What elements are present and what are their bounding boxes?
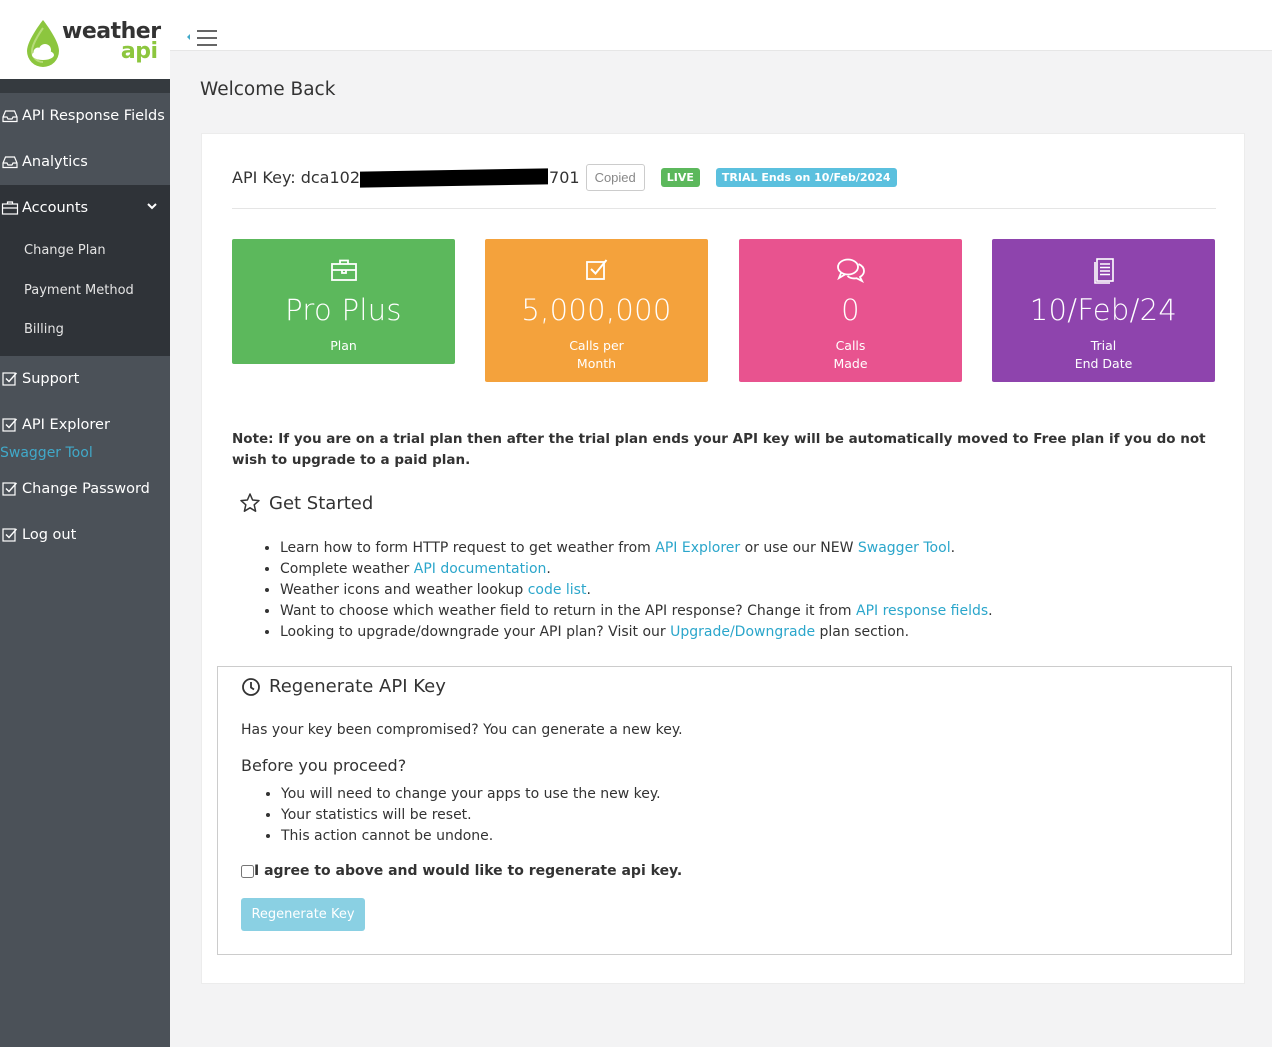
inbox-icon — [2, 110, 18, 123]
sidebar-subitem-billing[interactable]: Billing — [0, 310, 170, 350]
regenerate-before-heading: Before you proceed? — [241, 756, 407, 775]
sidebar-item-analytics[interactable]: Analytics — [0, 139, 170, 185]
checkbox-icon — [2, 481, 18, 496]
divider — [232, 208, 1216, 209]
checkbox-icon — [2, 417, 18, 432]
accounts-submenu: Change Plan Payment Method Billing — [0, 231, 170, 356]
regenerate-heading: Regenerate API Key — [241, 676, 446, 697]
regenerate-key-button[interactable]: Regenerate Key — [241, 898, 365, 931]
sidebar-item-api-response-fields[interactable]: API Response Fields — [0, 93, 170, 139]
api-key-suffix: 701 — [549, 168, 580, 187]
weather-drop-icon — [27, 20, 59, 67]
link-api-documentation[interactable]: API documentation — [414, 561, 547, 577]
api-key-row: API Key: dca102 701 Copied LIVE TRIAL En… — [232, 164, 897, 191]
page-title: Welcome Back — [200, 79, 336, 100]
trial-badge: TRIAL Ends on 10/Feb/2024 — [715, 168, 897, 187]
regenerate-warnings: You will need to change your apps to use… — [281, 784, 661, 847]
list-item: Want to choose which weather field to re… — [280, 601, 993, 622]
briefcase-icon — [330, 259, 357, 281]
list-item: Looking to upgrade/downgrade your API pl… — [280, 622, 993, 643]
document-icon — [1093, 258, 1114, 284]
sidebar-item-label: Change Password — [22, 480, 150, 497]
list-item: This action cannot be undone. — [281, 826, 661, 847]
topbar — [170, 0, 1272, 51]
tile-label: Trial — [1090, 338, 1117, 353]
tile-calls-per-month: 5,000,000 Calls per Month — [485, 239, 708, 382]
sidebar-header-strip — [0, 79, 170, 93]
api-key-redaction — [360, 167, 549, 188]
sidebar-item-log-out[interactable]: Log out — [0, 512, 170, 558]
list-item: You will need to change your apps to use… — [281, 784, 661, 805]
tile-trial-end-date: 10/Feb/24 Trial End Date — [992, 239, 1215, 382]
get-started-list: Learn how to form HTTP request to get we… — [280, 538, 993, 643]
sidebar-link-swagger-tool[interactable]: Swagger Tool — [0, 442, 170, 464]
tile-calls-made: 0 Calls Made — [739, 239, 962, 382]
tile-label: Calls per — [569, 338, 624, 353]
tile-label: Plan — [330, 338, 357, 353]
checkbox-icon — [2, 371, 18, 386]
get-started-title: Get Started — [269, 492, 374, 514]
regenerate-title: Regenerate API Key — [269, 676, 446, 697]
chevron-down-icon — [147, 203, 157, 210]
tile-value: 10/Feb/24 — [1029, 293, 1178, 327]
star-icon — [240, 493, 260, 512]
agree-text: I agree to above and would like to regen… — [254, 863, 683, 879]
tile-value: Pro Plus — [285, 293, 402, 327]
clock-icon — [242, 677, 260, 696]
checkbox-icon — [585, 259, 607, 280]
logo[interactable]: weather api — [0, 0, 170, 79]
link-api-response-fields[interactable]: API response fields — [856, 603, 988, 619]
sidebar-item-label: Support — [22, 370, 80, 387]
tile-value: 5,000,000 — [521, 293, 672, 327]
regenerate-question: Has your key been compromised? You can g… — [241, 722, 683, 738]
list-item: Learn how to form HTTP request to get we… — [280, 538, 993, 559]
sidebar-item-label: API Explorer — [22, 416, 110, 433]
tile-value: 0 — [841, 293, 860, 327]
sidebar-subitem-payment-method[interactable]: Payment Method — [0, 271, 170, 311]
tile-label: Calls — [835, 338, 866, 353]
tile-plan: Pro Plus Plan — [232, 239, 455, 364]
tile-label: Made — [833, 356, 868, 371]
sidebar-item-accounts[interactable]: Accounts — [0, 185, 170, 231]
inbox-icon — [2, 156, 18, 169]
sidebar-subitem-change-plan[interactable]: Change Plan — [0, 231, 170, 271]
sidebar-item-label: Swagger Tool — [0, 444, 93, 461]
sidebar-item-support[interactable]: Support — [0, 356, 170, 402]
link-code-list[interactable]: code list — [528, 582, 587, 598]
tile-label: Month — [576, 356, 617, 371]
copy-button[interactable]: Copied — [585, 164, 645, 191]
api-key-label: API Key: dca102 — [232, 168, 361, 187]
sidebar-item-label: Log out — [22, 526, 77, 543]
list-item: Your statistics will be reset. — [281, 805, 661, 826]
regenerate-key-panel: Regenerate API Key Has your key been com… — [217, 666, 1232, 955]
get-started-heading: Get Started — [239, 492, 373, 514]
agree-label[interactable]: I agree to above and would like to regen… — [241, 863, 682, 879]
tile-label: End Date — [1074, 356, 1133, 371]
link-api-explorer[interactable]: API Explorer — [655, 540, 740, 556]
menu-toggle-icon[interactable] — [186, 28, 218, 48]
sidebar-item-label: Analytics — [22, 154, 88, 170]
sidebar-item-label: API Response Fields — [22, 108, 165, 124]
agree-checkbox[interactable] — [241, 864, 254, 878]
briefcase-icon — [1, 201, 19, 215]
list-item: Weather icons and weather lookup code li… — [280, 580, 993, 601]
checkbox-icon — [2, 527, 18, 542]
live-badge: LIVE — [660, 168, 700, 187]
dashboard-card: API Key: dca102 701 Copied LIVE TRIAL En… — [201, 133, 1245, 984]
link-upgrade-downgrade[interactable]: Upgrade/Downgrade — [670, 624, 815, 640]
trial-note: Note: If you are on a trial plan then af… — [232, 431, 1206, 468]
sidebar-item-label: Accounts — [22, 200, 89, 216]
chat-bubbles-icon — [836, 258, 865, 284]
link-swagger-tool[interactable]: Swagger Tool — [858, 540, 951, 556]
sidebar: weather api API Response Fields Analytic… — [0, 0, 170, 1047]
sidebar-item-change-password[interactable]: Change Password — [0, 466, 170, 512]
list-item: Complete weather API documentation. — [280, 559, 993, 580]
logo-text-api: api — [120, 39, 158, 64]
